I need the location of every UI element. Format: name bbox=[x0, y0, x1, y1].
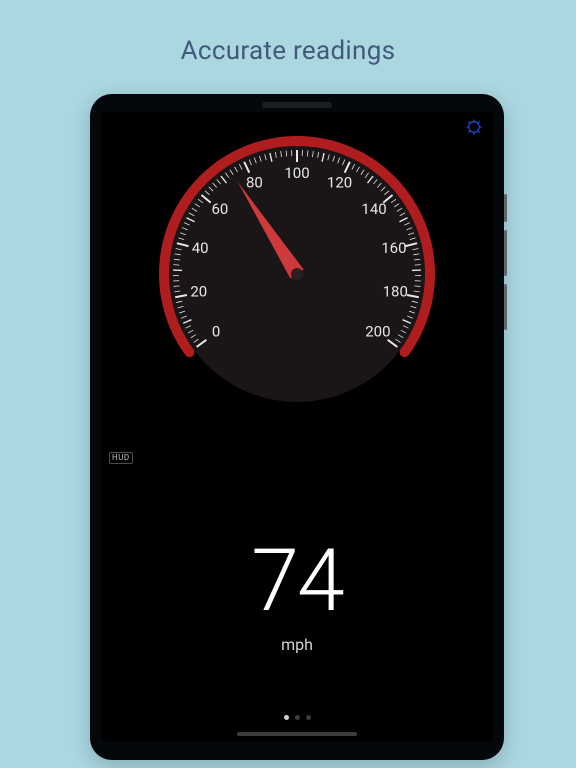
settings-button[interactable] bbox=[465, 118, 483, 136]
svg-text:80: 80 bbox=[246, 173, 263, 191]
device-side-button bbox=[504, 230, 507, 276]
marketing-headline: Accurate readings bbox=[0, 36, 576, 66]
page-dot[interactable] bbox=[284, 715, 289, 720]
hud-toggle[interactable]: HUD bbox=[109, 452, 133, 464]
svg-text:160: 160 bbox=[381, 239, 406, 257]
page-dot[interactable] bbox=[295, 715, 300, 720]
page-dot[interactable] bbox=[306, 715, 311, 720]
page-indicator[interactable] bbox=[101, 715, 493, 720]
speed-readout: 74 mph bbox=[101, 542, 493, 654]
svg-text:140: 140 bbox=[361, 200, 386, 218]
svg-text:200: 200 bbox=[365, 323, 390, 341]
gear-icon bbox=[465, 118, 483, 136]
tablet-mock: 0 20 40 60 80 100 120 140 160 180 200 HUD 74 mph bbox=[90, 94, 504, 760]
svg-text:0: 0 bbox=[212, 323, 220, 341]
svg-text:20: 20 bbox=[190, 283, 207, 301]
speed-value: 74 bbox=[101, 542, 493, 619]
svg-text:100: 100 bbox=[284, 164, 309, 182]
svg-text:120: 120 bbox=[327, 173, 352, 191]
app-screen: 0 20 40 60 80 100 120 140 160 180 200 HUD 74 mph bbox=[101, 112, 493, 742]
speedometer-gauge: 0 20 40 60 80 100 120 140 160 180 200 bbox=[147, 124, 447, 424]
speed-unit: mph bbox=[101, 635, 493, 654]
device-side-button bbox=[504, 284, 507, 330]
svg-text:60: 60 bbox=[212, 200, 229, 218]
svg-text:40: 40 bbox=[192, 239, 209, 257]
device-camera-strip bbox=[262, 102, 332, 108]
home-indicator bbox=[237, 732, 357, 736]
device-side-button bbox=[504, 194, 507, 222]
svg-text:180: 180 bbox=[383, 283, 408, 301]
